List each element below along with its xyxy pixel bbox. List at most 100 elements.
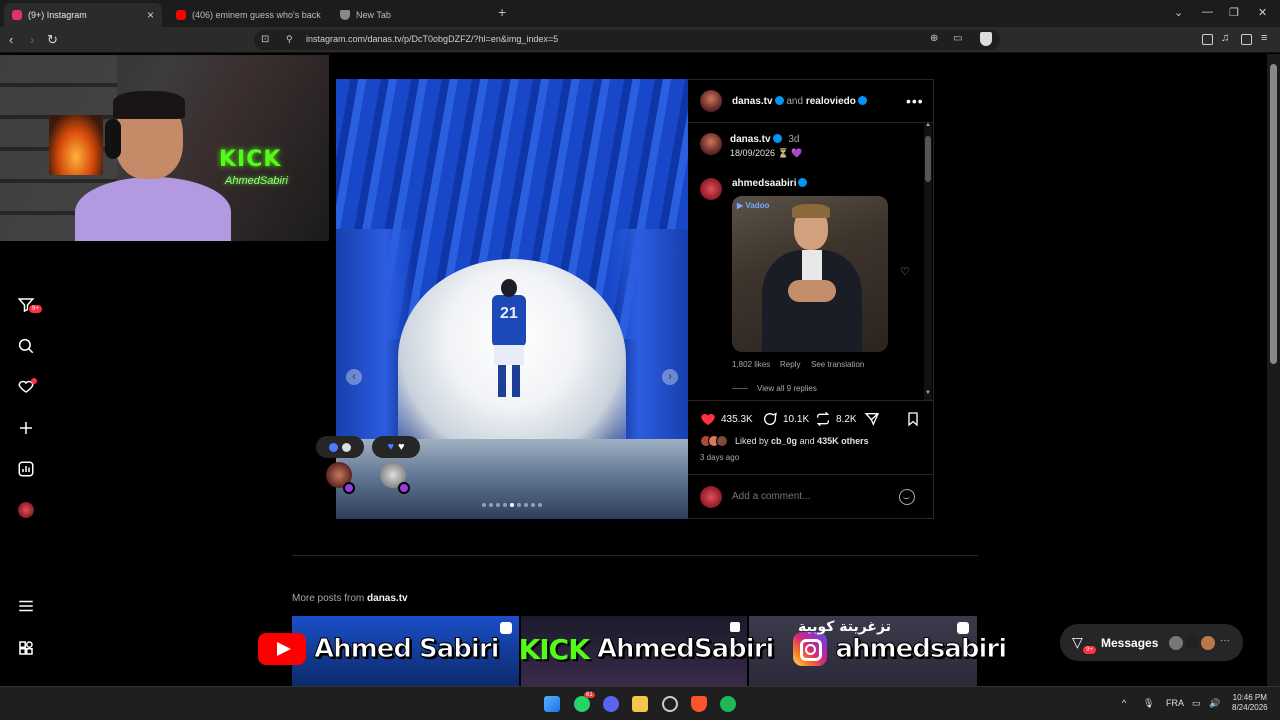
sidebar-toggle-icon[interactable] (1241, 34, 1252, 45)
instagram-handle: ahmedsabiri (835, 634, 1008, 665)
file-explorer-icon[interactable] (632, 696, 648, 712)
cast-icon[interactable]: ▭ (953, 33, 962, 44)
reels-filter-icon[interactable]: 9+ (17, 296, 43, 314)
reaction-bubble[interactable] (316, 436, 364, 458)
liked-by-user[interactable]: cb_0g (771, 436, 797, 446)
tab-youtube[interactable]: (406) eminem guess who's back - Yo (168, 3, 330, 27)
stream-social-banner: Ahmed Sabiri KICK AhmedSabiri ahmedsabir… (258, 628, 1008, 670)
messages-widget[interactable]: ▽ 9+ Messages ··· (1060, 624, 1243, 661)
chrome-icon[interactable] (662, 696, 678, 712)
comment-author-row: ahmedsaabiri (732, 177, 808, 189)
instagram-icon (12, 10, 22, 20)
tab-instagram[interactable]: (9+) Instagram × (4, 3, 162, 27)
carousel-dot (531, 503, 535, 507)
tray-chevron-icon[interactable]: ^ (1122, 698, 1126, 708)
reply-link[interactable]: Reply (780, 360, 800, 369)
tab-title: (406) eminem guess who's back - Yo (192, 10, 322, 20)
kick-logo: KICK (518, 632, 590, 666)
liked-by-others[interactable]: 435K others (817, 436, 869, 446)
verified-icon (774, 95, 784, 105)
more-icon: ··· (1220, 635, 1230, 646)
comment-author[interactable]: ahmedsaabiri (732, 178, 796, 189)
bookmark-icon[interactable]: ⊡ (261, 34, 269, 45)
clock[interactable]: 10:46 PM 8/24/2026 (1232, 693, 1268, 713)
comment-gif[interactable]: ▶ Vadoo (732, 196, 888, 352)
whatsapp-badge: 61 (584, 692, 595, 698)
emoji-icon[interactable] (899, 489, 915, 505)
post-time: 3 days ago (700, 453, 740, 462)
comment-input[interactable] (732, 489, 882, 503)
more-posts-user[interactable]: danas.tv (367, 593, 408, 604)
caption-author[interactable]: danas.tv (730, 134, 771, 145)
volume-icon[interactable]: 🔊 (1209, 698, 1220, 709)
spotify-icon[interactable] (720, 696, 736, 712)
dashboard-icon[interactable] (17, 460, 35, 478)
site-info-icon[interactable]: ⚲ (286, 34, 293, 45)
carousel-dot (496, 503, 500, 507)
carousel-dot (524, 503, 528, 507)
see-translation-link[interactable]: See translation (811, 360, 864, 369)
liked-by-text: Liked by cb_0g and 435K others (735, 436, 869, 446)
carousel-next-button[interactable]: › (662, 369, 678, 385)
caption-text: 18/09/2026 ⏳ 💜 (730, 148, 803, 158)
repost-count[interactable]: 8.2K (836, 414, 857, 425)
network-icon[interactable]: ▭ (1192, 698, 1201, 709)
also-from-meta-icon[interactable] (17, 639, 35, 657)
reload-icon[interactable]: ↻ (47, 32, 58, 48)
maximize-button[interactable]: ❐ (1229, 6, 1239, 19)
carousel-dot (517, 503, 521, 507)
scrollbar-thumb[interactable] (1270, 64, 1277, 364)
avatar[interactable] (700, 178, 722, 200)
tab-newtab[interactable]: New Tab (332, 3, 492, 27)
youtube-icon (258, 633, 306, 665)
save-icon[interactable] (905, 411, 921, 427)
comment-like-icon[interactable]: ♡ (900, 265, 910, 278)
comment-count[interactable]: 10.1K (783, 414, 809, 425)
heart-icon[interactable] (17, 377, 37, 395)
share-icon[interactable] (864, 411, 880, 427)
minimize-button[interactable]: — (1202, 6, 1213, 18)
comment-likes[interactable]: 1,802 likes (732, 360, 770, 369)
carousel-dot (538, 503, 542, 507)
search-icon[interactable] (17, 337, 35, 355)
more-options-icon[interactable]: ••• (906, 93, 924, 109)
profile-avatar[interactable] (17, 501, 35, 519)
url-text[interactable]: instagram.com/danas.tv/p/DcT0obgDZFZ/?hl… (306, 34, 558, 44)
carousel-dots (482, 503, 542, 507)
windows-start-icon[interactable] (544, 696, 560, 712)
microphone-icon[interactable]: 🎙 (1143, 698, 1154, 709)
coauthor-username[interactable]: realoviedo (806, 96, 856, 107)
new-tab-button[interactable]: + (498, 4, 506, 20)
close-window-button[interactable]: ✕ (1258, 6, 1267, 19)
forward-icon[interactable]: › (30, 32, 34, 47)
page-scrollbar[interactable] (1267, 54, 1280, 686)
menu-icon[interactable]: ≡ (1261, 32, 1267, 44)
like-icon[interactable] (700, 411, 716, 427)
extensions-icon[interactable] (1202, 34, 1213, 45)
like-count[interactable]: 435.3K (721, 414, 753, 425)
author-username[interactable]: danas.tv (732, 96, 773, 107)
music-icon[interactable]: ♫ (1221, 32, 1229, 44)
view-replies-link[interactable]: View all 9 replies (757, 384, 817, 393)
reaction-bubble[interactable]: ♥ ♥ (372, 436, 420, 458)
address-bar[interactable]: ⊡ ⚲ instagram.com/danas.tv/p/DcT0obgDZFZ… (254, 30, 1000, 50)
more-menu-icon[interactable] (17, 597, 35, 615)
brave-shields-icon[interactable] (980, 32, 992, 46)
whatsapp-icon[interactable] (574, 696, 590, 712)
comments-scrollbar[interactable]: ▲ ▼ (924, 122, 932, 400)
close-icon[interactable]: × (147, 8, 154, 22)
comment-icon[interactable] (762, 411, 778, 427)
avatar[interactable] (700, 90, 722, 112)
avatar (700, 486, 722, 508)
clock-date: 8/24/2026 (1232, 703, 1268, 712)
avatar[interactable] (700, 133, 722, 155)
create-icon[interactable] (17, 419, 35, 437)
carousel-prev-button[interactable]: ‹ (346, 369, 362, 385)
back-icon[interactable]: ‹ (9, 32, 13, 47)
brave-icon[interactable] (691, 696, 707, 712)
zoom-icon[interactable]: ⊕ (930, 33, 938, 44)
repost-icon[interactable] (815, 411, 831, 427)
tab-search-icon[interactable]: ⌄ (1174, 6, 1183, 19)
discord-icon[interactable] (603, 696, 619, 712)
language-indicator[interactable]: FRA (1166, 698, 1184, 708)
